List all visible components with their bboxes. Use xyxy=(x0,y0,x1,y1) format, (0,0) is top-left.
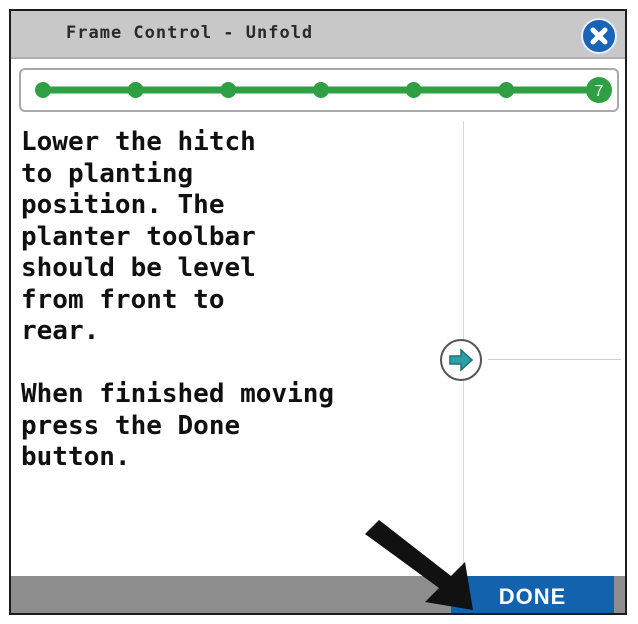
step-dot xyxy=(127,82,144,98)
instruction-line: position. The xyxy=(21,190,225,220)
close-icon xyxy=(590,27,608,45)
instruction-line: to planting xyxy=(21,158,194,189)
instruction-line: button. xyxy=(21,442,131,472)
step-dot xyxy=(313,82,329,98)
content-area: Lower the hitch to planting position. Th… xyxy=(11,121,621,576)
next-arrow-button[interactable] xyxy=(440,339,482,381)
step-dot xyxy=(405,82,422,98)
instruction-line: When finished moving xyxy=(21,379,335,409)
step-dot xyxy=(35,82,51,98)
title-bar: Frame Control - Unfold xyxy=(11,11,625,59)
side-panel xyxy=(463,121,621,576)
step-dot xyxy=(498,82,515,98)
instruction-text: Lower the hitch to planting position. Th… xyxy=(21,127,451,474)
step-dot xyxy=(220,82,237,98)
dialog-title: Frame Control - Unfold xyxy=(66,23,314,43)
footer-bar: DONE xyxy=(11,576,625,613)
current-step-number: 7 xyxy=(595,83,604,100)
instruction-line: from front to xyxy=(21,284,225,315)
arrow-right-icon xyxy=(449,348,474,372)
instruction-line: planter toolbar xyxy=(21,221,256,252)
step-progress-bar: 7 xyxy=(19,68,619,112)
close-button[interactable] xyxy=(581,18,617,54)
side-divider xyxy=(488,359,621,360)
instruction-line: rear. xyxy=(21,316,100,346)
instruction-line: press the Done xyxy=(21,410,241,441)
instruction-line: Lower the hitch xyxy=(21,127,256,157)
instruction-line: should be level xyxy=(21,253,256,283)
pointer-arrow xyxy=(365,520,473,610)
dialog-window: Frame Control - Unfold 7 Lower the hitch… xyxy=(9,9,627,615)
